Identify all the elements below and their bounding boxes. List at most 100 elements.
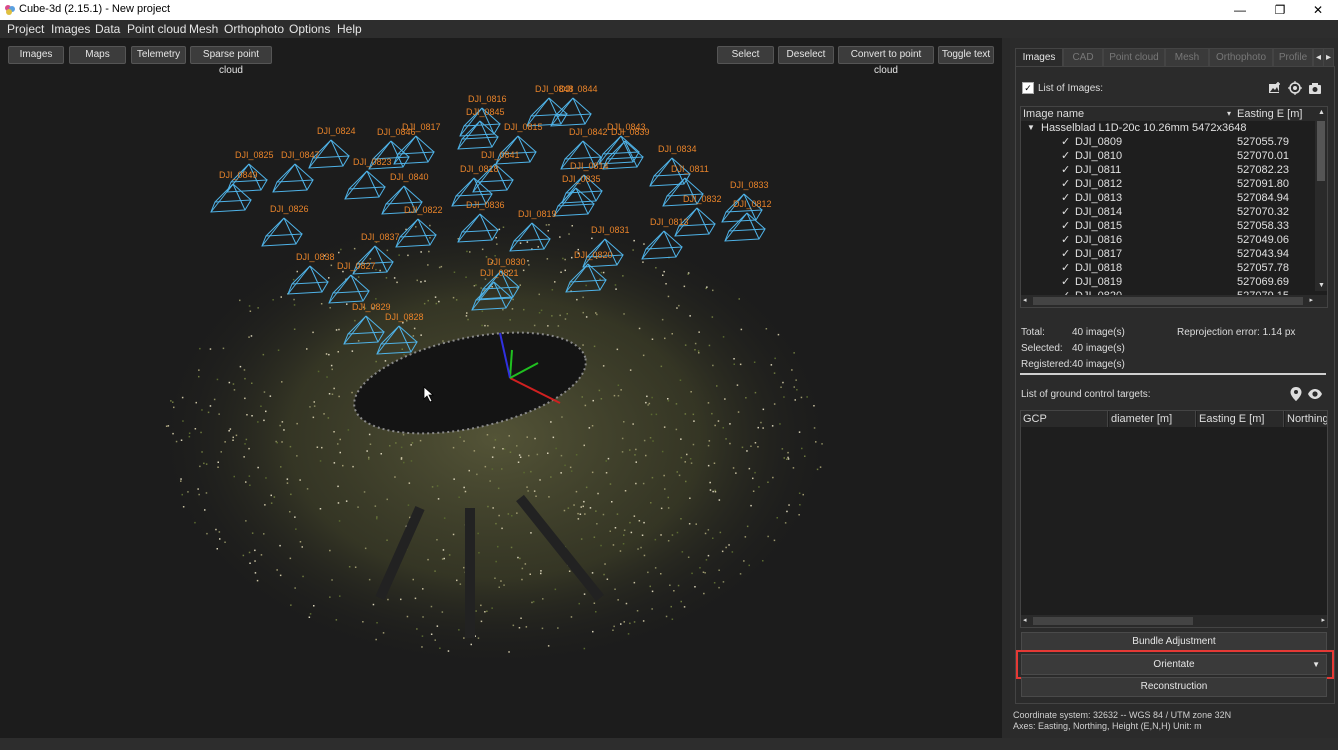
tab-cad[interactable]: CAD	[1063, 48, 1103, 68]
scroll-thumb[interactable]	[1317, 121, 1325, 181]
camera-label: DJI_0836	[466, 200, 505, 210]
panel-splitter[interactable]	[1002, 38, 1010, 738]
column-header-gcp-easting[interactable]: Easting E [m]	[1197, 411, 1284, 427]
camera-label: DJI_0847	[281, 150, 320, 160]
row-image-name: DJI_0819	[1075, 276, 1123, 288]
row-check-icon[interactable]: ✓	[1061, 247, 1070, 261]
table-row[interactable]: ✓ DJI_0809 527055.79	[1021, 135, 1313, 149]
eye-icon[interactable]	[1307, 388, 1323, 400]
camera-label: DJI_0840	[390, 172, 429, 182]
camera-icon[interactable]	[1308, 81, 1322, 95]
menu-point-cloud[interactable]: Point cloud	[127, 22, 186, 36]
tab-scroll-right[interactable]: ▸	[1323, 48, 1334, 68]
camera-frustum-dji_0832[interactable]: DJI_0832	[674, 194, 722, 237]
table-row[interactable]: ✓ DJI_0818 527057.78	[1021, 261, 1313, 275]
bundle-adjustment-button[interactable]: Bundle Adjustment	[1021, 632, 1327, 652]
row-easting: 527070.01	[1237, 150, 1289, 162]
column-header-image-name[interactable]: Image name ▾	[1021, 107, 1236, 121]
row-easting: 527082.23	[1237, 164, 1289, 176]
status-bar	[0, 738, 1338, 750]
image-list-hscroll[interactable]: ◂ ▸	[1021, 295, 1327, 307]
point-cloud-scene[interactable]: DJI_0816DJI_0845DJI_0844DJI_0848DJI_0824…	[0, 38, 1002, 738]
row-check-icon[interactable]: ✓	[1061, 135, 1070, 149]
maximize-button[interactable]: ❐	[1260, 0, 1300, 20]
row-check-icon[interactable]: ✓	[1061, 261, 1070, 275]
menu-orthophoto[interactable]: Orthophoto	[224, 22, 284, 36]
camera-label: DJI_0834	[658, 144, 697, 154]
gcp-hscroll[interactable]: ◂ ▸	[1021, 615, 1327, 627]
menu-images[interactable]: Images	[51, 22, 90, 36]
row-check-icon[interactable]: ✓	[1061, 275, 1070, 289]
table-row[interactable]: ✓ DJI_0816 527049.06	[1021, 233, 1313, 247]
camera-frustum-dji_0847[interactable]: DJI_0847	[272, 150, 320, 193]
minimize-button[interactable]: —	[1220, 0, 1260, 20]
column-header-northing[interactable]: Northing	[1285, 411, 1327, 427]
camera-label: DJI_0813	[650, 217, 689, 227]
camera-label: DJI_0829	[352, 302, 391, 312]
menu-mesh[interactable]: Mesh	[189, 22, 218, 36]
camera-frustum-dji_0826[interactable]: DJI_0826	[261, 204, 309, 247]
camera-group-row[interactable]: ▼ Hasselblad L1D-20c 10.26mm 5472x3648	[1021, 121, 1313, 135]
list-of-images-label: List of Images:	[1038, 83, 1104, 94]
tab-orthophoto[interactable]: Orthophoto	[1209, 48, 1273, 68]
gcp-hscroll-thumb[interactable]	[1033, 617, 1193, 625]
selected-value: 40 image(s)	[1072, 343, 1125, 354]
close-button[interactable]: ✕	[1298, 0, 1338, 20]
tab-mesh[interactable]: Mesh	[1165, 48, 1209, 68]
menu-bar: Project Images Data Point cloud Mesh Ort…	[0, 20, 1338, 38]
row-check-icon[interactable]: ✓	[1061, 177, 1070, 191]
camera-label: DJI_0815	[504, 122, 543, 132]
camera-label: DJI_0845	[466, 107, 505, 117]
camera-frustum-dji_0823[interactable]: DJI_0823	[344, 157, 392, 200]
camera-frustum-dji_0824[interactable]: DJI_0824	[308, 126, 356, 169]
column-header-easting[interactable]: Easting E [m]	[1235, 107, 1318, 121]
hscroll-thumb[interactable]	[1033, 297, 1303, 305]
map-pin-icon[interactable]	[1290, 387, 1302, 401]
table-row[interactable]: ✓ DJI_0814 527070.32	[1021, 205, 1313, 219]
3d-viewport[interactable]: Images Maps Telemetry Sparse point cloud…	[0, 38, 1002, 738]
row-image-name: DJI_0816	[1075, 234, 1123, 246]
tab-images[interactable]: Images	[1015, 48, 1063, 68]
table-row[interactable]: ✓ DJI_0817 527043.94	[1021, 247, 1313, 261]
total-value: 40 image(s)	[1072, 327, 1125, 338]
table-row[interactable]: ✓ DJI_0819 527069.69	[1021, 275, 1313, 289]
list-of-images-checkbox[interactable]: ✓	[1022, 82, 1034, 94]
image-list-table[interactable]: Image name ▾ Easting E [m] ▼ Hasselblad …	[1020, 106, 1328, 308]
add-image-icon[interactable]	[1268, 81, 1282, 95]
menu-help[interactable]: Help	[337, 22, 362, 36]
table-row[interactable]: ✓ DJI_0813 527084.94	[1021, 191, 1313, 205]
menu-data[interactable]: Data	[95, 22, 120, 36]
table-row[interactable]: ✓ DJI_0815 527058.33	[1021, 219, 1313, 233]
row-check-icon[interactable]: ✓	[1061, 191, 1070, 205]
menu-options[interactable]: Options	[289, 22, 330, 36]
reconstruction-button[interactable]: Reconstruction	[1021, 677, 1327, 697]
tab-point-cloud[interactable]: Point cloud	[1103, 48, 1165, 68]
image-list-vscroll[interactable]: ▲ ▼	[1315, 107, 1327, 291]
total-label: Total:	[1021, 327, 1045, 338]
section-divider	[1020, 373, 1326, 375]
row-check-icon[interactable]: ✓	[1061, 149, 1070, 163]
row-check-icon[interactable]: ✓	[1061, 219, 1070, 233]
selected-label: Selected:	[1021, 343, 1063, 354]
table-row[interactable]: ✓ DJI_0811 527082.23	[1021, 163, 1313, 177]
row-easting: 527049.06	[1237, 234, 1289, 246]
table-row[interactable]: ✓ DJI_0812 527091.80	[1021, 177, 1313, 191]
camera-label: DJI_0825	[235, 150, 274, 160]
camera-label: DJI_0821	[480, 268, 519, 278]
row-check-icon[interactable]: ✓	[1061, 163, 1070, 177]
axes-text: Axes: Easting, Northing, Height (E,N,H) …	[1013, 721, 1202, 731]
row-check-icon[interactable]: ✓	[1061, 233, 1070, 247]
gcp-table[interactable]: GCP diameter [m] Easting E [m] Northing …	[1020, 410, 1328, 628]
column-header-gcp[interactable]: GCP	[1021, 411, 1108, 427]
row-easting: 527043.94	[1237, 248, 1289, 260]
table-row[interactable]: ✓ DJI_0810 527070.01	[1021, 149, 1313, 163]
column-header-diameter[interactable]: diameter [m]	[1109, 411, 1196, 427]
tab-profile[interactable]: Profile	[1273, 48, 1313, 68]
camera-label: DJI_0849	[219, 170, 258, 180]
row-image-name: DJI_0817	[1075, 248, 1123, 260]
camera-label: DJI_0842	[569, 127, 608, 137]
menu-project[interactable]: Project	[7, 22, 44, 36]
expand-arrow-icon[interactable]: ▼	[1027, 121, 1035, 135]
row-check-icon[interactable]: ✓	[1061, 205, 1070, 219]
target-icon[interactable]	[1288, 81, 1302, 95]
